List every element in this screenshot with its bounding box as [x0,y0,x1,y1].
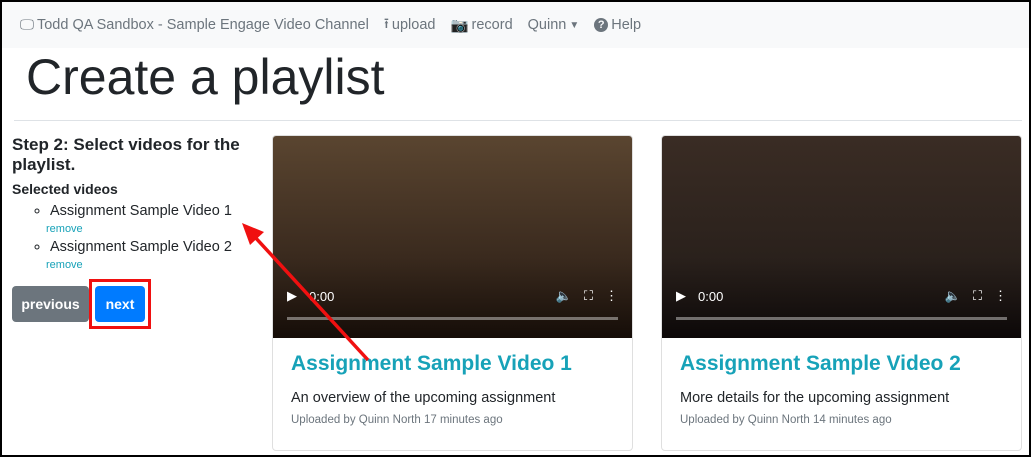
annotation-arrow [242,223,370,362]
